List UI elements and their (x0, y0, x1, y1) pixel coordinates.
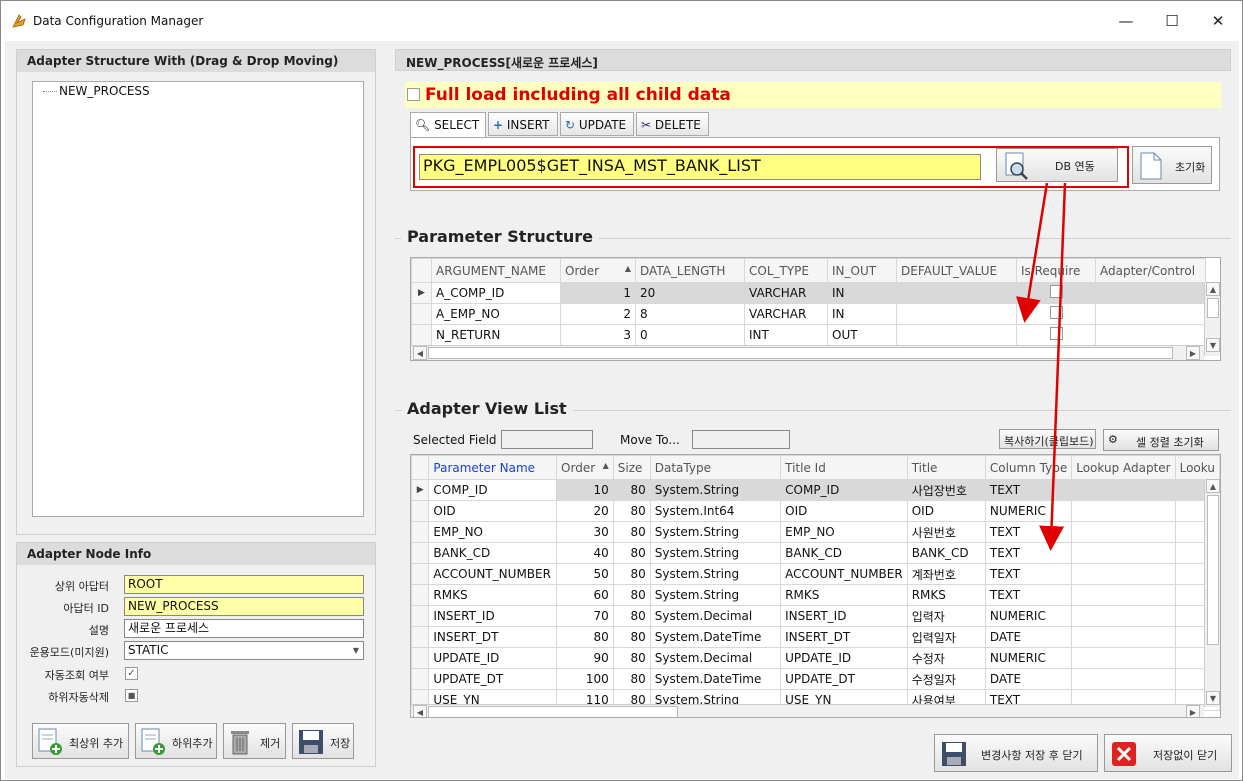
arrow-to-is-require (1016, 182, 1049, 323)
annotation-arrows (1016, 182, 1067, 551)
main-window: Data Configuration Manager — ☐ ✕ Adapter… (0, 0, 1243, 781)
arrow-to-column-type (1039, 182, 1067, 551)
